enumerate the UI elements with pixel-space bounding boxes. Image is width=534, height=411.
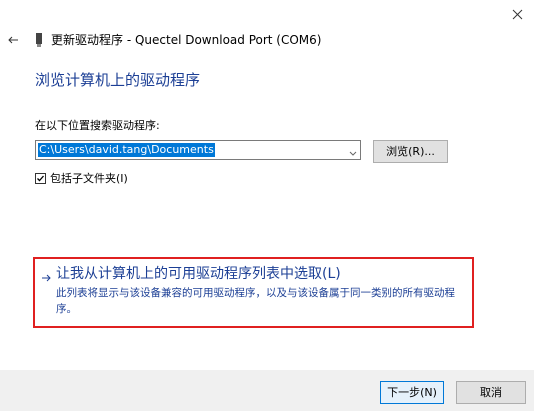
pick-from-list-link[interactable]: 让我从计算机上的可用驱动程序列表中选取(L) (56, 264, 341, 284)
next-button[interactable]: 下一步(N) (380, 381, 444, 404)
checkmark-icon (37, 175, 44, 182)
device-icon (34, 32, 44, 48)
window-title: 更新驱动程序 - Quectel Download Port (COM6) (51, 33, 322, 47)
include-subfolders-checkbox[interactable] (35, 173, 46, 184)
arrow-right-icon (41, 269, 51, 282)
pick-from-list-description: 此列表将显示与该设备兼容的可用驱动程序，以及与该设备属于同一类别的所有驱动程序。 (56, 287, 455, 315)
include-subfolders-label[interactable]: 包括子文件夹(I) (50, 172, 128, 186)
search-location-label: 在以下位置搜索驱动程序: (35, 119, 160, 132)
dialog-header: 更新驱动程序 - Quectel Download Port (COM6) (0, 30, 534, 50)
pick-from-list-option[interactable]: 让我从计算机上的可用驱动程序列表中选取(L) 此列表将显示与该设备兼容的可用驱动… (33, 257, 474, 328)
close-icon (512, 9, 523, 20)
back-button[interactable] (6, 32, 22, 48)
driver-path-value[interactable]: C:\Users\david.tang\Documents (38, 143, 215, 157)
dialog-footer: 下一步(N) 取消 (0, 370, 534, 411)
browse-button[interactable]: 浏览(R)... (373, 140, 448, 163)
update-driver-dialog: 更新驱动程序 - Quectel Download Port (COM6) 浏览… (0, 0, 534, 411)
driver-path-combobox[interactable]: C:\Users\david.tang\Documents (35, 140, 361, 160)
chevron-down-icon[interactable] (348, 144, 358, 156)
close-button[interactable] (505, 4, 529, 26)
cancel-button[interactable]: 取消 (456, 381, 526, 404)
page-title: 浏览计算机上的驱动程序 (35, 71, 201, 89)
back-arrow-icon (8, 36, 18, 44)
